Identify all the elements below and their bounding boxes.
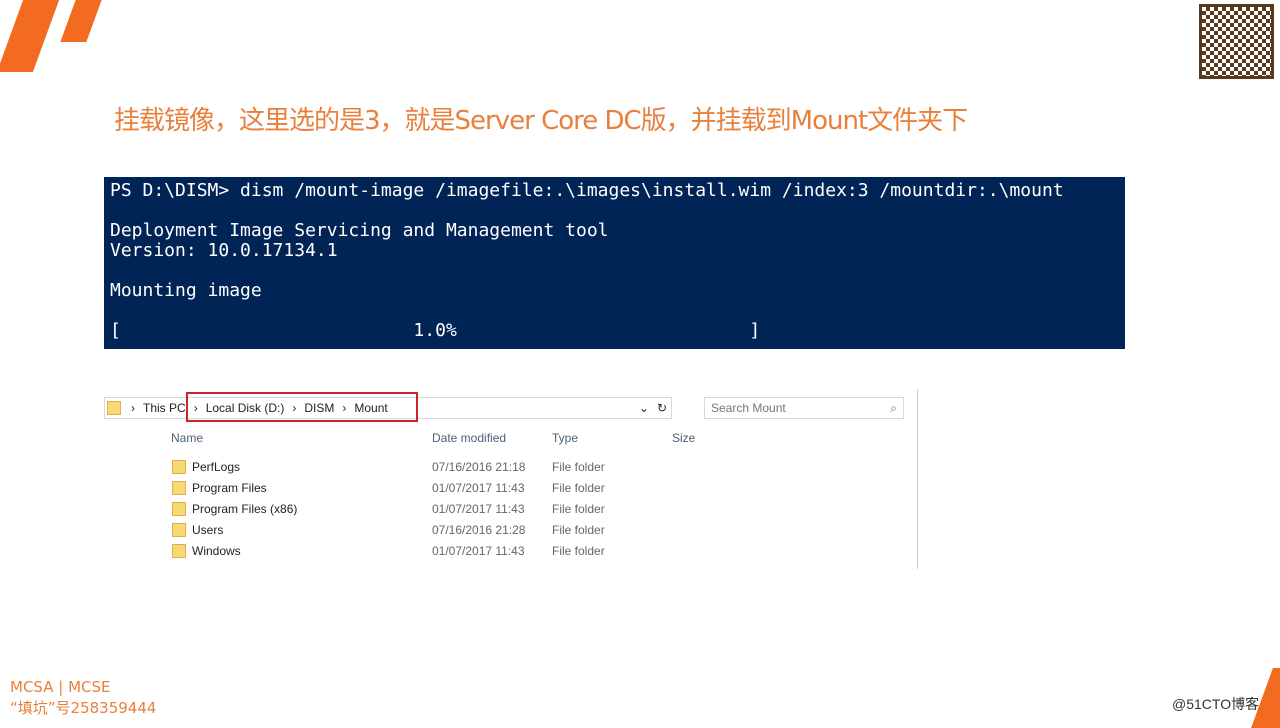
folder-icon [107,401,121,415]
file-type: File folder [552,502,605,516]
terminal-line: Version: 10.0.17134.1 [110,240,338,261]
terminal-line: Mounting image [110,280,262,301]
folder-icon [172,459,186,474]
file-name: Users [192,522,224,537]
file-date: 01/07/2017 11:43 [432,544,525,558]
search-icon: ⌕ [890,401,897,415]
file-row[interactable]: Program Files (x86) [172,498,297,519]
column-date[interactable]: Date modified [432,431,506,445]
file-row[interactable]: Users [172,519,223,540]
file-date: 07/16/2016 21:18 [432,460,526,474]
file-type: File folder [552,460,605,474]
file-row[interactable]: Program Files [172,477,267,498]
file-name: Program Files (x86) [192,501,298,516]
qr-code [1199,4,1274,79]
slide-title: 挂载镜像，这里选的是3，就是Server Core DC版，并挂载到Mount文… [114,106,968,136]
file-name: Windows [192,543,241,558]
file-row[interactable]: PerfLogs [172,456,240,477]
highlight-box [186,392,418,422]
breadcrumb-this-pc[interactable]: This PC [143,401,186,415]
file-name: PerfLogs [192,459,241,474]
folder-icon [172,543,186,558]
folder-icon [172,480,186,495]
column-size[interactable]: Size [672,431,695,445]
column-name[interactable]: Name [171,431,203,445]
file-date: 01/07/2017 11:43 [432,502,525,516]
logo-slash [0,0,60,72]
terminal-line: PS D:\DISM> dism /mount-image /imagefile… [110,180,1064,201]
terminal-line: Deployment Image Servicing and Managemen… [110,220,609,241]
terminal: PS D:\DISM> dism /mount-image /imagefile… [104,177,1125,349]
file-type: File folder [552,544,605,558]
file-row[interactable]: Windows [172,540,241,561]
file-name: Program Files [192,480,267,495]
progress-line: [ 1.0% ] [110,320,761,341]
search-input[interactable]: Search Mount ⌕ [704,397,904,419]
folder-icon [172,501,186,516]
file-date: 01/07/2017 11:43 [432,481,525,495]
watermark: @51CTO博客 [1172,696,1260,712]
file-type: File folder [552,523,605,537]
file-date: 07/16/2016 21:28 [432,523,526,537]
footer-cert: MCSA | MCSE [10,678,111,696]
logo-slash [60,0,102,42]
file-explorer: › This PC › Local Disk (D:) › DISM › Mount ⌄… [104,389,918,569]
refresh-icon[interactable]: ↻ [657,401,667,415]
footer-qq: “填坑”号258359444 [10,699,157,717]
chevron-down-icon[interactable]: ⌄ [639,401,649,415]
folder-icon [172,522,186,537]
file-type: File folder [552,481,605,495]
column-type[interactable]: Type [552,431,578,445]
